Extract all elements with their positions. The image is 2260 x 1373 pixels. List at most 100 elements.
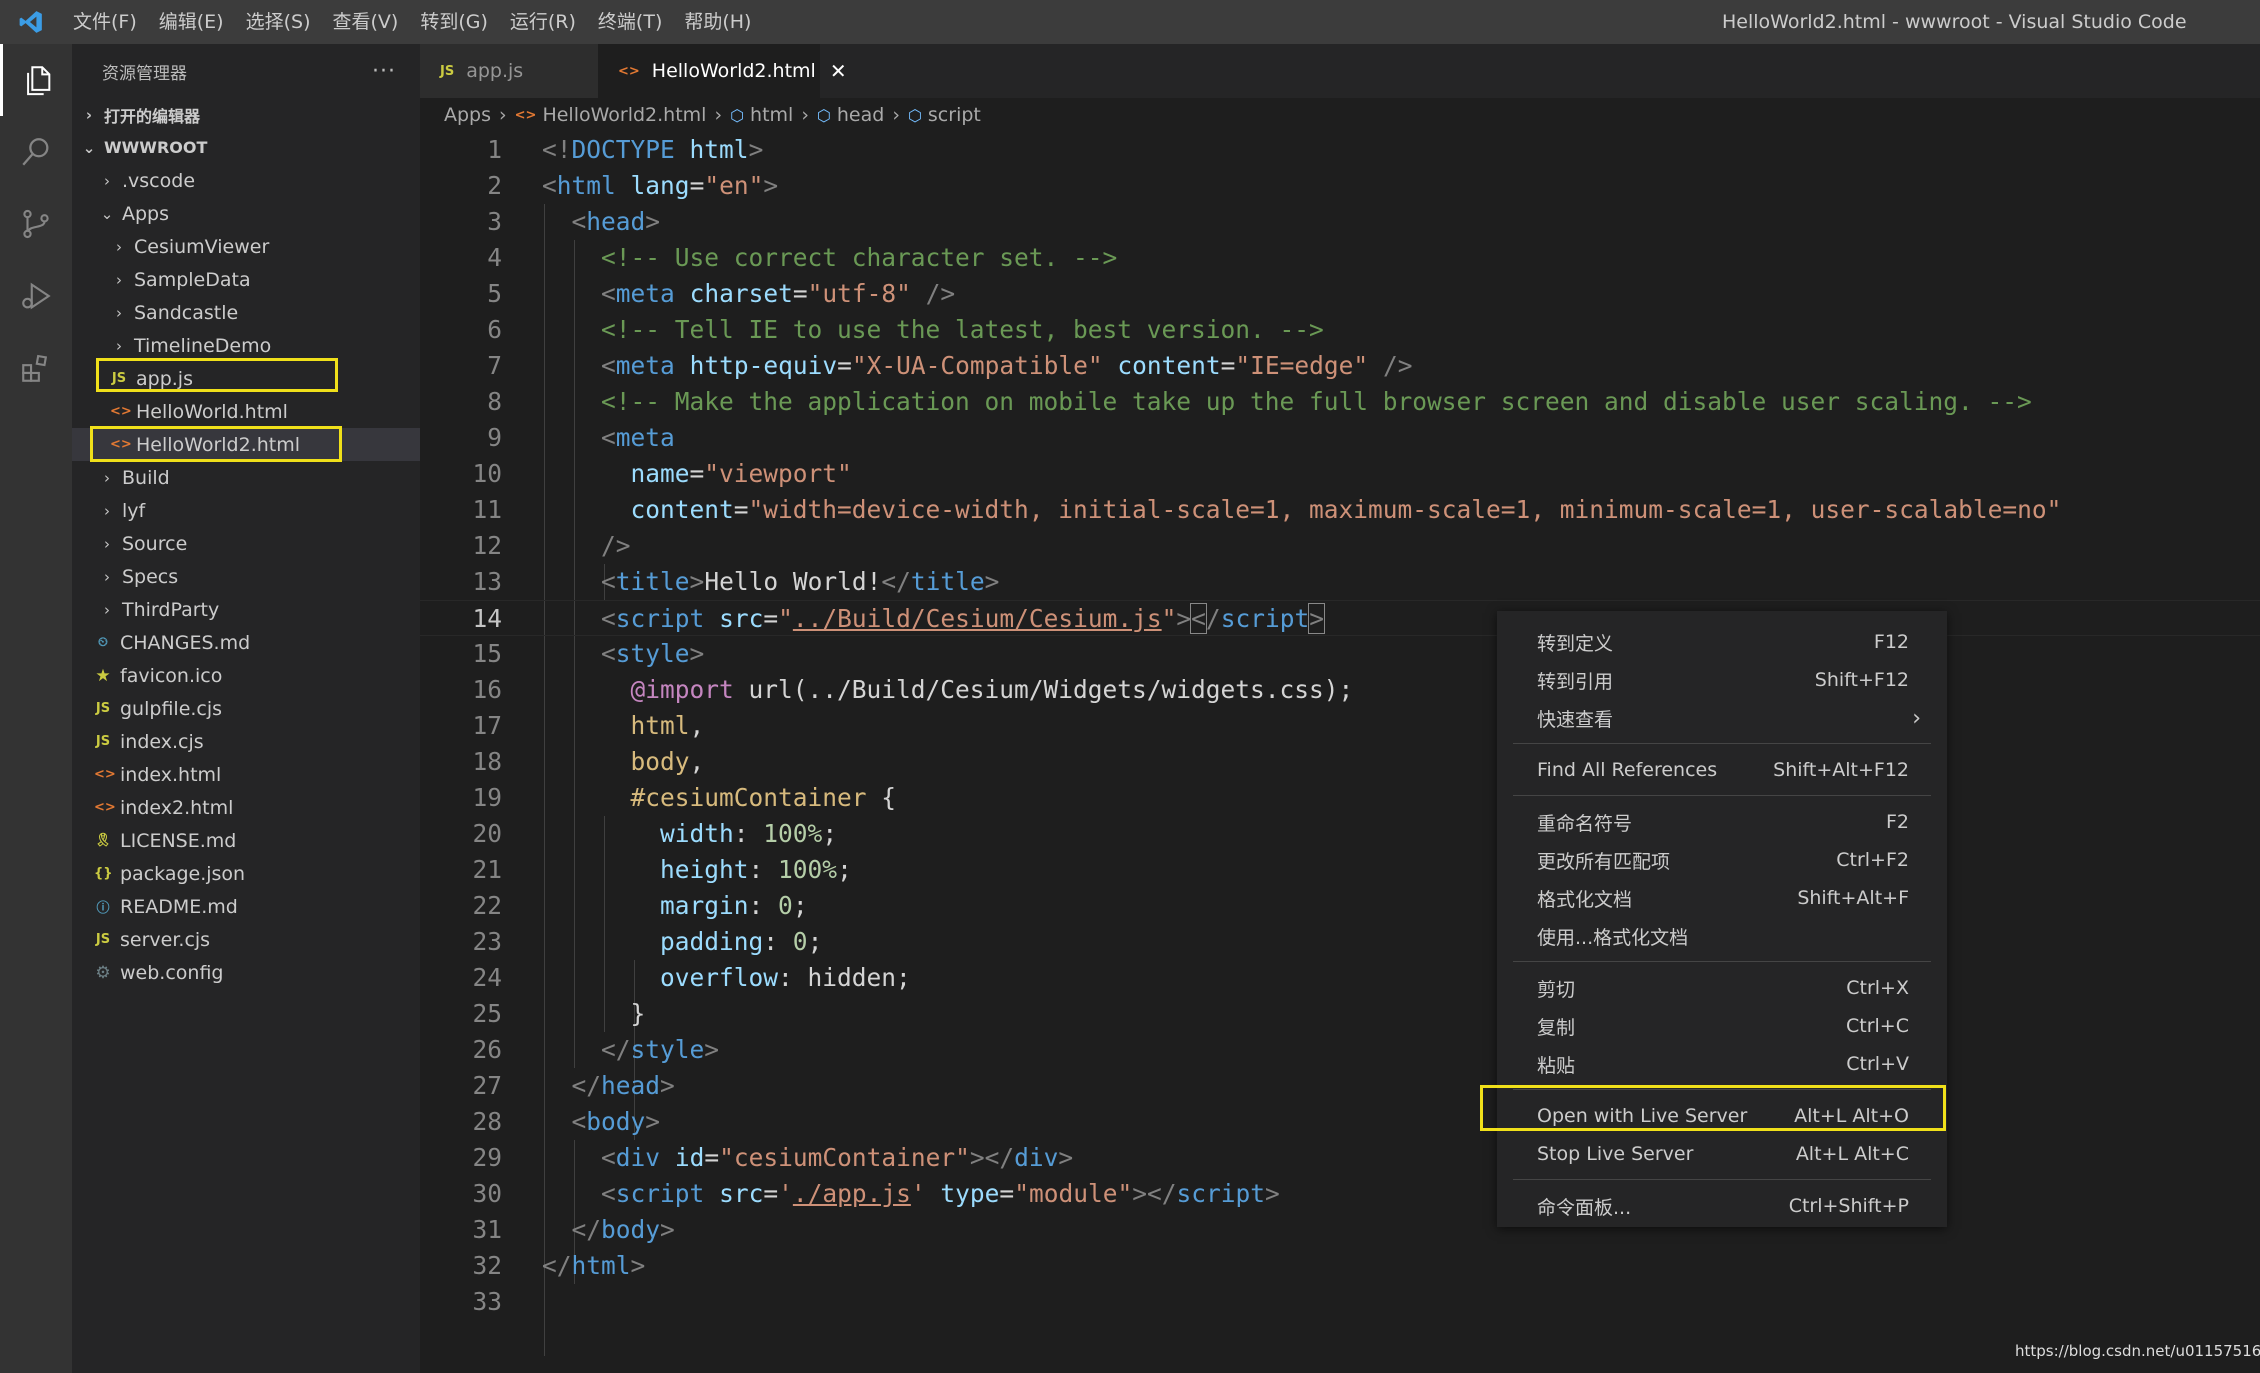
tree-item-file[interactable]: ★ favicon.ico (72, 659, 420, 692)
line-number: 12 (472, 531, 502, 560)
menu-selection[interactable]: 选择(S) (235, 0, 322, 44)
menu-item-change-all-occurrences[interactable]: 更改所有匹配项 Ctrl+F2 (1497, 841, 1947, 879)
tree-item-file[interactable]: {} package.json (72, 857, 420, 890)
tree-item-folder[interactable]: › ThirdParty (72, 593, 420, 626)
menu-item-go-to-definition[interactable]: 转到定义 F12 (1497, 623, 1947, 661)
tree-item-folder[interactable]: ⌄ Apps (72, 197, 420, 230)
tree-item-file-selected[interactable]: <> HelloWorld2.html (72, 426, 420, 462)
menu-view[interactable]: 查看(V) (322, 0, 410, 44)
line-number: 3 (487, 207, 502, 236)
menu-file[interactable]: 文件(F) (62, 0, 148, 44)
code-line: 11 content="width=device-width, initial-… (420, 492, 2260, 528)
menu-edit[interactable]: 编辑(E) (148, 0, 235, 44)
explorer-icon[interactable] (0, 44, 72, 116)
tree-item-file[interactable]: ⏲ CHANGES.md (72, 626, 420, 659)
tree-item-label: Apps (122, 202, 170, 225)
search-icon[interactable] (0, 116, 72, 188)
menu-item-rename-symbol[interactable]: 重命名符号 F2 (1497, 803, 1947, 841)
line-number: 27 (472, 1071, 502, 1100)
menu-item-paste[interactable]: 粘贴 Ctrl+V (1497, 1045, 1947, 1083)
menu-item-format-document-with[interactable]: 使用...格式化文档 (1497, 917, 1947, 955)
tree-item-file[interactable]: ⚙ web.config (72, 956, 420, 989)
chevron-right-icon: › (85, 105, 93, 124)
line-number: 5 (487, 279, 502, 308)
tree-item-folder[interactable]: › lyf (72, 494, 420, 527)
menu-separator (1513, 961, 1931, 962)
tree-item-label: CesiumViewer (134, 235, 270, 258)
breadcrumb-item[interactable]: html (750, 104, 793, 126)
run-debug-icon[interactable] (0, 260, 72, 332)
tree-item-file[interactable]: <> HelloWorld.html (72, 395, 420, 428)
workspace-root[interactable]: ⌄ WWWROOT (72, 131, 420, 164)
tab-helloworld2-html[interactable]: <> HelloWorld2.html ✕ (598, 44, 847, 98)
chevron-down-icon: ⌄ (82, 138, 96, 157)
menu-item-stop-live-server[interactable]: Stop Live Server Alt+L Alt+C (1497, 1135, 1947, 1173)
menu-separator (1513, 743, 1931, 744)
code-line: 2 <html lang="en"> (420, 168, 2260, 204)
star-icon: ★ (95, 665, 111, 686)
tree-item-file[interactable]: JS app.js (72, 358, 420, 395)
breadcrumb-item[interactable]: Apps (444, 104, 491, 126)
javascript-file-icon: JS (95, 932, 111, 947)
menu-item-label: 转到定义 (1537, 632, 1614, 655)
menu-item-cut[interactable]: 剪切 Ctrl+X (1497, 969, 1947, 1007)
menu-run[interactable]: 运行(R) (499, 0, 587, 44)
html-file-icon: <> (110, 404, 132, 419)
menu-item-copy[interactable]: 复制 Ctrl+C (1497, 1007, 1947, 1045)
line-number: 16 (472, 675, 502, 704)
highlight-box (90, 426, 342, 462)
html-file-icon: <> (94, 767, 116, 782)
menu-item-format-document[interactable]: 格式化文档 Shift+Alt+F (1497, 879, 1947, 917)
tree-item-label: Sandcastle (134, 301, 239, 324)
editor-tabs: JS app.js <> HelloWorld2.html ✕ (420, 44, 2260, 98)
open-editors-label: 打开的编辑器 (104, 106, 201, 126)
chevron-right-icon: › (116, 237, 122, 256)
tree-item-label: package.json (120, 862, 246, 885)
menu-item-open-with-live-server[interactable]: Open with Live Server Alt+L Alt+O (1480, 1085, 1947, 1135)
tree-item-file[interactable]: JS server.cjs (72, 923, 420, 956)
tree-item-folder[interactable]: › Sandcastle (72, 296, 420, 329)
tree-item-folder[interactable]: › .vscode (72, 164, 420, 197)
menu-item-label: 剪切 (1537, 978, 1576, 1001)
source-control-icon[interactable] (0, 188, 72, 260)
tree-item-folder[interactable]: › Build (72, 461, 420, 494)
tree-item-folder[interactable]: › SampleData (72, 263, 420, 296)
tree-item-file[interactable]: ⓘ README.md (72, 890, 420, 923)
menu-terminal[interactable]: 终端(T) (587, 0, 673, 44)
menu-item-command-palette[interactable]: 命令面板... Ctrl+Shift+P (1497, 1187, 1947, 1225)
close-icon[interactable]: ✕ (830, 59, 847, 83)
menu-item-go-to-references[interactable]: 转到引用 Shift+F12 (1497, 661, 1947, 699)
extensions-icon[interactable] (0, 332, 72, 404)
menu-item-label: 更改所有匹配项 (1537, 850, 1671, 873)
tree-item-folder[interactable]: › Source (72, 527, 420, 560)
menu-item-peek[interactable]: 快速查看 › (1497, 699, 1947, 737)
line-number: 33 (472, 1287, 502, 1316)
tree-item-file[interactable]: JS gulpfile.cjs (72, 692, 420, 725)
tree-item-folder[interactable]: › CesiumViewer (72, 230, 420, 263)
tree-item-file[interactable]: <> index2.html (72, 791, 420, 824)
tab-app-js[interactable]: JS app.js (420, 44, 598, 98)
code-line: 27 </head> (420, 1068, 2260, 1104)
menu-item-find-all-references[interactable]: Find All References Shift+Alt+F12 (1497, 751, 1947, 789)
breadcrumb-item[interactable]: script (928, 104, 981, 126)
tree-item-file[interactable]: 🎗 LICENSE.md (72, 824, 420, 857)
workspace-root-label: WWWROOT (104, 138, 208, 157)
code-line-current: 14 <script src="../Build/Cesium/Cesium.j… (420, 600, 2260, 636)
breadcrumb-item[interactable]: HelloWorld2.html (542, 104, 706, 126)
line-number: 22 (472, 891, 502, 920)
breadcrumb-item[interactable]: head (837, 104, 884, 126)
menu-go[interactable]: 转到(G) (409, 0, 499, 44)
tree-item-file[interactable]: <> index.html (72, 758, 420, 791)
more-actions-icon[interactable]: ··· (372, 59, 396, 84)
code-editor[interactable]: 1 <!DOCTYPE html> 2 <html lang="en"> 3 <he… (420, 132, 2260, 1373)
html-file-icon: <> (514, 107, 537, 123)
html-file-icon: <> (618, 63, 640, 79)
menu-help[interactable]: 帮助(H) (673, 0, 762, 44)
code-line: 31 </body> (420, 1212, 2260, 1248)
code-line: 30 <script src='./app.js' type="module">… (420, 1176, 2260, 1212)
symbol-icon: ⬡ (816, 105, 831, 125)
tree-item-folder[interactable]: › Specs (72, 560, 420, 593)
tree-item-file[interactable]: JS index.cjs (72, 725, 420, 758)
open-editors-section[interactable]: › 打开的编辑器 (72, 98, 420, 131)
chevron-right-icon: › (104, 534, 110, 553)
